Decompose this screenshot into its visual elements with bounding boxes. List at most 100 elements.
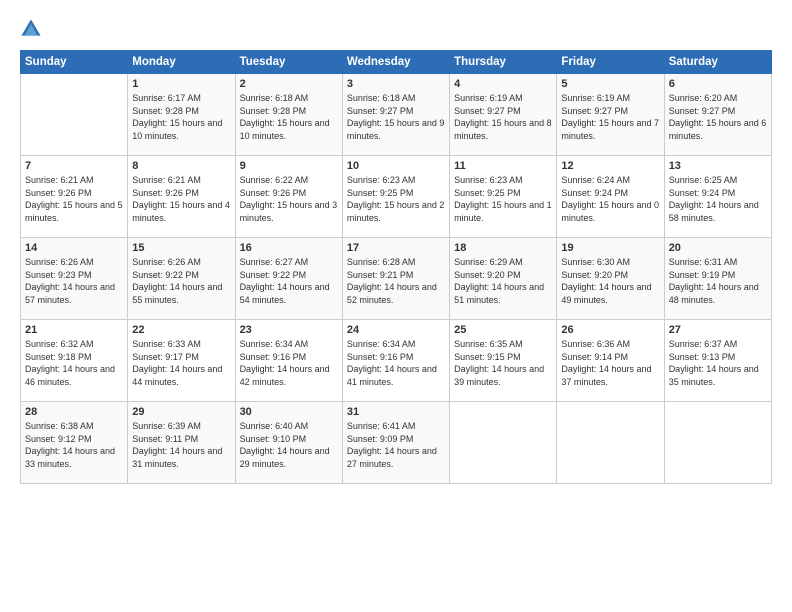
- day-number: 3: [347, 78, 445, 90]
- day-number: 14: [25, 242, 123, 254]
- cell-info: Sunrise: 6:34 AMSunset: 9:16 PMDaylight:…: [347, 338, 445, 388]
- day-number: 16: [240, 242, 338, 254]
- cell-info: Sunrise: 6:23 AMSunset: 9:25 PMDaylight:…: [347, 174, 445, 224]
- cell-info: Sunrise: 6:25 AMSunset: 9:24 PMDaylight:…: [669, 174, 767, 224]
- cell-4-3: 23 Sunrise: 6:34 AMSunset: 9:16 PMDayligh…: [235, 320, 342, 402]
- col-header-tuesday: Tuesday: [235, 51, 342, 74]
- cell-info: Sunrise: 6:39 AMSunset: 9:11 PMDaylight:…: [132, 420, 230, 470]
- day-number: 4: [454, 78, 552, 90]
- cell-3-5: 18 Sunrise: 6:29 AMSunset: 9:20 PMDayligh…: [450, 238, 557, 320]
- cell-4-6: 26 Sunrise: 6:36 AMSunset: 9:14 PMDayligh…: [557, 320, 664, 402]
- week-row-2: 7 Sunrise: 6:21 AMSunset: 9:26 PMDaylight…: [21, 156, 772, 238]
- day-number: 13: [669, 160, 767, 172]
- cell-2-2: 8 Sunrise: 6:21 AMSunset: 9:26 PMDaylight…: [128, 156, 235, 238]
- cell-info: Sunrise: 6:29 AMSunset: 9:20 PMDaylight:…: [454, 256, 552, 306]
- cell-5-5: [450, 402, 557, 484]
- col-header-monday: Monday: [128, 51, 235, 74]
- cell-info: Sunrise: 6:23 AMSunset: 9:25 PMDaylight:…: [454, 174, 552, 224]
- cell-info: Sunrise: 6:38 AMSunset: 9:12 PMDaylight:…: [25, 420, 123, 470]
- day-number: 17: [347, 242, 445, 254]
- cell-2-3: 9 Sunrise: 6:22 AMSunset: 9:26 PMDaylight…: [235, 156, 342, 238]
- cell-4-2: 22 Sunrise: 6:33 AMSunset: 9:17 PMDayligh…: [128, 320, 235, 402]
- cell-1-2: 1Sunrise: 6:17 AMSunset: 9:28 PMDaylight…: [128, 74, 235, 156]
- cell-info: Sunrise: 6:19 AMSunset: 9:27 PMDaylight:…: [561, 92, 659, 142]
- header-row: SundayMondayTuesdayWednesdayThursdayFrid…: [21, 51, 772, 74]
- day-number: 31: [347, 406, 445, 418]
- col-header-sunday: Sunday: [21, 51, 128, 74]
- day-number: 27: [669, 324, 767, 336]
- cell-info: Sunrise: 6:37 AMSunset: 9:13 PMDaylight:…: [669, 338, 767, 388]
- cell-1-5: 4 Sunrise: 6:19 AMSunset: 9:27 PMDaylight…: [450, 74, 557, 156]
- cell-info: Sunrise: 6:33 AMSunset: 9:17 PMDaylight:…: [132, 338, 230, 388]
- day-number: 21: [25, 324, 123, 336]
- cell-3-3: 16 Sunrise: 6:27 AMSunset: 9:22 PMDayligh…: [235, 238, 342, 320]
- cell-5-1: 28Sunrise: 6:38 AMSunset: 9:12 PMDayligh…: [21, 402, 128, 484]
- calendar-table: SundayMondayTuesdayWednesdayThursdayFrid…: [20, 50, 772, 484]
- cell-3-4: 17Sunrise: 6:28 AMSunset: 9:21 PMDayligh…: [342, 238, 449, 320]
- cell-3-2: 15 Sunrise: 6:26 AMSunset: 9:22 PMDayligh…: [128, 238, 235, 320]
- cell-info: Sunrise: 6:32 AMSunset: 9:18 PMDaylight:…: [25, 338, 123, 388]
- cell-info: Sunrise: 6:26 AMSunset: 9:22 PMDaylight:…: [132, 256, 230, 306]
- cell-info: Sunrise: 6:35 AMSunset: 9:15 PMDaylight:…: [454, 338, 552, 388]
- cell-5-4: 31 Sunrise: 6:41 AMSunset: 9:09 PMDayligh…: [342, 402, 449, 484]
- cell-info: Sunrise: 6:24 AMSunset: 9:24 PMDaylight:…: [561, 174, 659, 224]
- col-header-saturday: Saturday: [664, 51, 771, 74]
- day-number: 24: [347, 324, 445, 336]
- cell-5-3: 30 Sunrise: 6:40 AMSunset: 9:10 PMDayligh…: [235, 402, 342, 484]
- cell-4-5: 25 Sunrise: 6:35 AMSunset: 9:15 PMDayligh…: [450, 320, 557, 402]
- cell-1-6: 5Sunrise: 6:19 AMSunset: 9:27 PMDaylight…: [557, 74, 664, 156]
- cell-3-1: 14 Sunrise: 6:26 AMSunset: 9:23 PMDayligh…: [21, 238, 128, 320]
- day-number: 29: [132, 406, 230, 418]
- day-number: 19: [561, 242, 659, 254]
- cell-1-1: [21, 74, 128, 156]
- logo: [20, 18, 44, 40]
- day-number: 22: [132, 324, 230, 336]
- cell-4-7: 27 Sunrise: 6:37 AMSunset: 9:13 PMDayligh…: [664, 320, 771, 402]
- week-row-3: 14 Sunrise: 6:26 AMSunset: 9:23 PMDayligh…: [21, 238, 772, 320]
- cell-1-7: 6Sunrise: 6:20 AMSunset: 9:27 PMDaylight…: [664, 74, 771, 156]
- week-row-5: 28Sunrise: 6:38 AMSunset: 9:12 PMDayligh…: [21, 402, 772, 484]
- day-number: 23: [240, 324, 338, 336]
- cell-info: Sunrise: 6:41 AMSunset: 9:09 PMDaylight:…: [347, 420, 445, 470]
- cell-2-4: 10 Sunrise: 6:23 AMSunset: 9:25 PMDayligh…: [342, 156, 449, 238]
- cell-3-7: 20Sunrise: 6:31 AMSunset: 9:19 PMDayligh…: [664, 238, 771, 320]
- header: [20, 18, 772, 40]
- cell-info: Sunrise: 6:27 AMSunset: 9:22 PMDaylight:…: [240, 256, 338, 306]
- day-number: 25: [454, 324, 552, 336]
- day-number: 7: [25, 160, 123, 172]
- day-number: 15: [132, 242, 230, 254]
- cell-info: Sunrise: 6:34 AMSunset: 9:16 PMDaylight:…: [240, 338, 338, 388]
- cell-info: Sunrise: 6:30 AMSunset: 9:20 PMDaylight:…: [561, 256, 659, 306]
- day-number: 2: [240, 78, 338, 90]
- col-header-friday: Friday: [557, 51, 664, 74]
- cell-2-6: 12Sunrise: 6:24 AMSunset: 9:24 PMDayligh…: [557, 156, 664, 238]
- cell-info: Sunrise: 6:26 AMSunset: 9:23 PMDaylight:…: [25, 256, 123, 306]
- cell-info: Sunrise: 6:18 AMSunset: 9:27 PMDaylight:…: [347, 92, 445, 142]
- cell-info: Sunrise: 6:36 AMSunset: 9:14 PMDaylight:…: [561, 338, 659, 388]
- cell-2-5: 11 Sunrise: 6:23 AMSunset: 9:25 PMDayligh…: [450, 156, 557, 238]
- cell-4-1: 21 Sunrise: 6:32 AMSunset: 9:18 PMDayligh…: [21, 320, 128, 402]
- day-number: 26: [561, 324, 659, 336]
- day-number: 11: [454, 160, 552, 172]
- cell-1-4: 3 Sunrise: 6:18 AMSunset: 9:27 PMDaylight…: [342, 74, 449, 156]
- day-number: 18: [454, 242, 552, 254]
- cell-info: Sunrise: 6:19 AMSunset: 9:27 PMDaylight:…: [454, 92, 552, 142]
- col-header-wednesday: Wednesday: [342, 51, 449, 74]
- week-row-4: 21 Sunrise: 6:32 AMSunset: 9:18 PMDayligh…: [21, 320, 772, 402]
- day-number: 10: [347, 160, 445, 172]
- cell-info: Sunrise: 6:22 AMSunset: 9:26 PMDaylight:…: [240, 174, 338, 224]
- cell-1-3: 2 Sunrise: 6:18 AMSunset: 9:28 PMDaylight…: [235, 74, 342, 156]
- day-number: 8: [132, 160, 230, 172]
- cell-info: Sunrise: 6:21 AMSunset: 9:26 PMDaylight:…: [132, 174, 230, 224]
- cell-5-6: [557, 402, 664, 484]
- cell-info: Sunrise: 6:20 AMSunset: 9:27 PMDaylight:…: [669, 92, 767, 142]
- cell-info: Sunrise: 6:40 AMSunset: 9:10 PMDaylight:…: [240, 420, 338, 470]
- cell-info: Sunrise: 6:17 AMSunset: 9:28 PMDaylight:…: [132, 92, 230, 142]
- day-number: 20: [669, 242, 767, 254]
- page: SundayMondayTuesdayWednesdayThursdayFrid…: [0, 0, 792, 612]
- cell-info: Sunrise: 6:18 AMSunset: 9:28 PMDaylight:…: [240, 92, 338, 142]
- day-number: 30: [240, 406, 338, 418]
- col-header-thursday: Thursday: [450, 51, 557, 74]
- day-number: 9: [240, 160, 338, 172]
- cell-5-7: [664, 402, 771, 484]
